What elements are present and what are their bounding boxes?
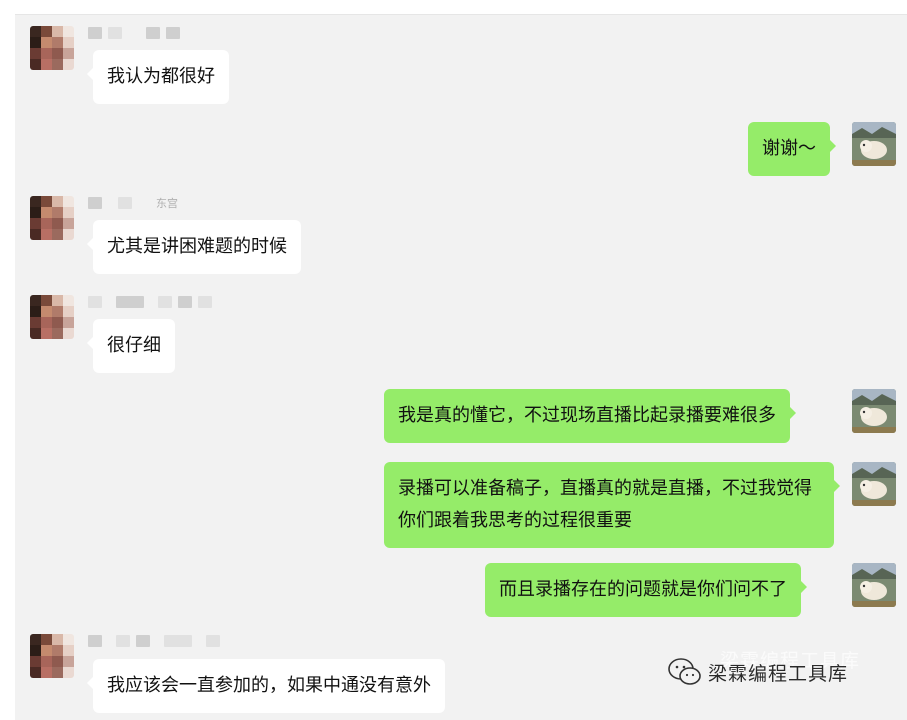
sender-name-masked	[88, 634, 220, 648]
message-text: 而且录播存在的问题就是你们问不了	[499, 579, 787, 600]
wechat-icon	[668, 658, 701, 685]
message-text: 谢谢～	[762, 138, 816, 159]
avatar-icon	[30, 26, 74, 70]
message-bubble[interactable]: 而且录播存在的问题就是你们问不了	[485, 563, 807, 617]
avatar-icon	[30, 634, 74, 678]
divider	[15, 14, 907, 15]
avatar-dog-photo-icon	[852, 563, 896, 607]
avatar-dog-photo-icon	[852, 122, 896, 166]
message-bubble[interactable]: 我认为都很好	[87, 50, 229, 104]
message-text: 很仔细	[107, 335, 161, 356]
avatar[interactable]	[30, 634, 74, 678]
chat-area[interactable]: 我认为都很好 谢谢～ 东宫 尤其是讲困难题的时候 很仔细 我是真的懂它，不过现场…	[15, 14, 907, 720]
avatar-icon	[30, 196, 74, 240]
sender-name-suffix: 东宫	[156, 197, 178, 210]
message-bubble[interactable]: 尤其是讲困难题的时候	[87, 220, 301, 274]
message-text: 录播可以准备稿子，直播真的就是直播，不过我觉得你们跟着我思考的过程很重要	[398, 478, 812, 531]
avatar[interactable]	[852, 122, 896, 166]
avatar[interactable]	[30, 196, 74, 240]
message-bubble[interactable]: 我应该会一直参加的，如果中通没有意外	[87, 659, 445, 713]
avatar[interactable]	[852, 389, 896, 433]
avatar-icon	[30, 295, 74, 339]
watermark: 梁霖编程工具库	[668, 648, 878, 696]
sender-name-masked	[88, 295, 212, 309]
message-text: 我应该会一直参加的，如果中通没有意外	[107, 675, 431, 696]
sender-name-masked	[88, 26, 180, 40]
message-bubble[interactable]: 录播可以准备稿子，直播真的就是直播，不过我觉得你们跟着我思考的过程很重要	[384, 462, 840, 548]
avatar[interactable]	[30, 295, 74, 339]
message-bubble[interactable]: 我是真的懂它，不过现场直播比起录播要难很多	[384, 389, 796, 443]
avatar-dog-photo-icon	[852, 462, 896, 506]
message-text: 我是真的懂它，不过现场直播比起录播要难很多	[398, 405, 776, 426]
avatar[interactable]	[852, 462, 896, 506]
sender-name-masked: 东宫	[88, 196, 178, 210]
message-text: 我认为都很好	[107, 66, 215, 87]
message-bubble[interactable]: 谢谢～	[748, 122, 836, 176]
message-text: 尤其是讲困难题的时候	[107, 236, 287, 257]
avatar[interactable]	[30, 26, 74, 70]
message-bubble[interactable]: 很仔细	[87, 319, 175, 373]
watermark-text: 梁霖编程工具库	[708, 662, 849, 685]
avatar[interactable]	[852, 563, 896, 607]
avatar-dog-photo-icon	[852, 389, 896, 433]
